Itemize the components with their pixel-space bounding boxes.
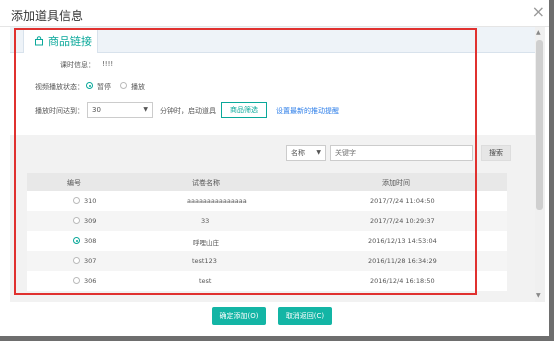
table-row[interactable]: 306 test 2016/12/4 16:18:50 bbox=[27, 271, 507, 291]
scrollbar-thumb[interactable] bbox=[536, 40, 543, 210]
table-row[interactable]: 310 aaaaaaaaaaaaaaa 2017/7/24 11:04:50 bbox=[27, 191, 507, 211]
close-icon[interactable]: × bbox=[532, 4, 545, 20]
video-state-label: 视频播放状态： bbox=[35, 83, 84, 91]
lesson-info-value: !!!! bbox=[102, 60, 114, 68]
search-button[interactable]: 搜索 bbox=[481, 145, 511, 161]
row-id: 308 bbox=[84, 237, 97, 245]
row-name: 呼哩山庄 bbox=[193, 239, 219, 247]
shopping-bag-icon bbox=[34, 36, 44, 46]
tab-bar: 商品链接 bbox=[10, 27, 535, 53]
row-id: 306 bbox=[84, 277, 97, 285]
row-time: 2017/7/24 10:29:37 bbox=[370, 217, 435, 225]
radio-pause[interactable] bbox=[86, 82, 93, 89]
play-time-value: 30 bbox=[92, 106, 101, 114]
caret-down-icon: ▼ bbox=[143, 106, 148, 113]
row-radio[interactable] bbox=[73, 257, 80, 264]
table-header: 编号 试卷名称 添加时间 bbox=[27, 173, 507, 191]
table-row[interactable]: 308 呼哩山庄 2016/12/13 14:53:04 bbox=[27, 231, 507, 251]
search-input[interactable] bbox=[330, 145, 473, 161]
row-name: 33 bbox=[201, 217, 210, 225]
play-time-label: 播放时间达到： bbox=[35, 107, 84, 115]
row-id: 310 bbox=[84, 197, 97, 205]
radio-pause-label: 暂停 bbox=[97, 83, 111, 91]
row-radio[interactable] bbox=[73, 237, 80, 244]
table-row[interactable]: 307 test123 2016/11/28 16:34:29 bbox=[27, 251, 507, 271]
col-id-header: 编号 bbox=[67, 179, 81, 187]
confirm-add-button[interactable]: 确定添加(O) bbox=[212, 307, 266, 325]
dialog-title: 添加道具信息 bbox=[11, 9, 84, 23]
col-time-header: 添加时间 bbox=[382, 179, 410, 187]
scroll-down-icon[interactable]: ▼ bbox=[536, 292, 541, 299]
row-name: aaaaaaaaaaaaaaa bbox=[187, 197, 247, 205]
push-reminder-link[interactable]: 设置最新的推动提醒 bbox=[276, 106, 339, 116]
scroll-up-icon[interactable]: ▲ bbox=[536, 29, 541, 36]
caret-down-icon: ▼ bbox=[316, 149, 321, 156]
row-time: 2016/12/13 14:53:04 bbox=[368, 237, 437, 245]
row-name: test bbox=[199, 277, 212, 285]
row-time: 2016/12/4 16:18:50 bbox=[370, 277, 435, 285]
tab-goods-link-label: 商品链接 bbox=[48, 35, 92, 48]
col-name-header: 试卷名称 bbox=[192, 179, 220, 187]
row-radio[interactable] bbox=[73, 217, 80, 224]
row-time: 2017/7/24 11:04:50 bbox=[370, 197, 435, 205]
goods-list-panel: 名称 ▼ 搜索 编号 试卷名称 添加时间 310 aaaaaaaaaaaaaaa… bbox=[10, 135, 535, 302]
overlay-right bbox=[549, 0, 554, 341]
table-row[interactable]: 309 33 2017/7/24 10:29:37 bbox=[27, 211, 507, 231]
search-field-select[interactable]: 名称 ▼ bbox=[286, 145, 326, 161]
play-time-select[interactable]: 30 ▼ bbox=[87, 102, 153, 118]
dialog-body: 商品链接 课时信息： !!!! 视频播放状态： 暂停 播放 播放时间达到： 30… bbox=[10, 27, 535, 302]
row-id: 309 bbox=[84, 217, 97, 225]
lesson-info-label: 课时信息： bbox=[60, 61, 95, 69]
add-prop-dialog: 添加道具信息 × 商品链接 课时信息： !!!! 视频播放状态： 暂停 播放 播… bbox=[0, 0, 554, 341]
row-name: test123 bbox=[192, 257, 217, 265]
row-time: 2016/11/28 16:34:29 bbox=[368, 257, 437, 265]
row-id: 307 bbox=[84, 257, 97, 265]
row-radio[interactable] bbox=[73, 277, 80, 284]
cancel-return-button[interactable]: 取消返回(C) bbox=[278, 307, 332, 325]
radio-play[interactable] bbox=[120, 82, 127, 89]
select-goods-button[interactable]: 商品筛选 bbox=[221, 102, 267, 118]
overlay-bottom bbox=[0, 336, 554, 341]
radio-play-label: 播放 bbox=[131, 83, 145, 91]
search-field-value: 名称 bbox=[291, 149, 305, 157]
play-time-suffix: 分钟时，启动道具 bbox=[160, 107, 216, 115]
row-radio[interactable] bbox=[73, 197, 80, 204]
tab-goods-link[interactable]: 商品链接 bbox=[23, 28, 98, 53]
